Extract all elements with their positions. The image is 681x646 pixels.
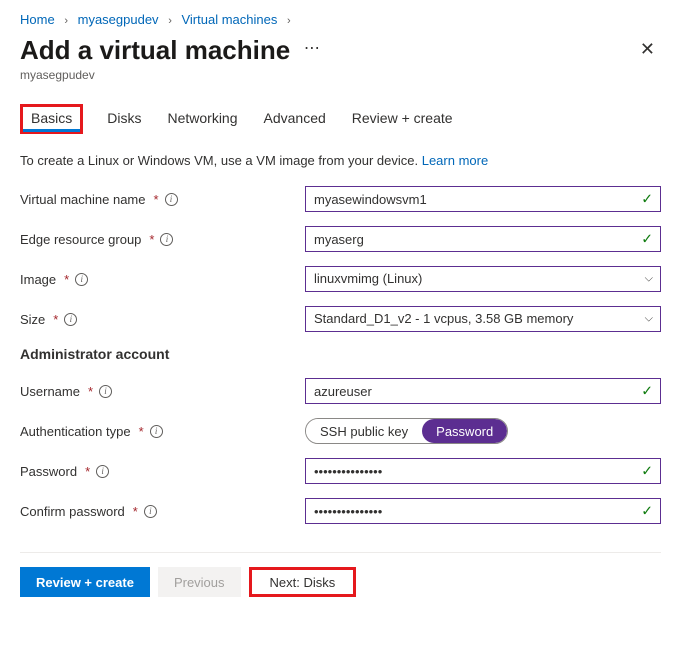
tab-advanced[interactable]: Advanced: [262, 104, 328, 134]
section-administrator-account: Administrator account: [20, 346, 661, 362]
breadcrumb-virtual-machines[interactable]: Virtual machines: [181, 12, 277, 27]
tab-bar: Basics Disks Networking Advanced Review …: [20, 104, 661, 135]
tab-disks[interactable]: Disks: [105, 104, 143, 134]
size-select[interactable]: Standard_D1_v2 - 1 vcpus, 3.58 GB memory: [305, 306, 661, 332]
label-username: Username: [20, 384, 80, 399]
close-icon[interactable]: ✕: [634, 35, 661, 64]
label-vm-name: Virtual machine name: [20, 192, 146, 207]
chevron-right-icon: ›: [168, 15, 172, 27]
info-icon[interactable]: i: [75, 273, 88, 286]
label-password: Password: [20, 464, 77, 479]
info-icon[interactable]: i: [144, 505, 157, 518]
label-confirm-password: Confirm password: [20, 504, 125, 519]
info-icon[interactable]: i: [160, 233, 173, 246]
info-icon[interactable]: i: [64, 313, 77, 326]
next-disks-button[interactable]: Next: Disks: [249, 567, 357, 597]
info-icon[interactable]: i: [99, 385, 112, 398]
confirm-password-input[interactable]: [305, 498, 661, 524]
breadcrumb: Home › myasegpudev › Virtual machines ›: [20, 12, 661, 27]
required-icon: *: [53, 312, 58, 327]
page-title: Add a virtual machine: [20, 35, 290, 66]
required-icon: *: [133, 504, 138, 519]
required-icon: *: [154, 192, 159, 207]
intro-text: To create a Linux or Windows VM, use a V…: [20, 153, 661, 168]
label-image: Image: [20, 272, 56, 287]
edge-resource-group-input[interactable]: [305, 226, 661, 252]
chevron-right-icon: ›: [287, 15, 291, 27]
info-icon[interactable]: i: [150, 425, 163, 438]
breadcrumb-resource-group[interactable]: myasegpudev: [78, 12, 159, 27]
intro-text-content: To create a Linux or Windows VM, use a V…: [20, 153, 422, 168]
authentication-type-toggle: SSH public key Password: [305, 418, 508, 444]
auth-option-password[interactable]: Password: [422, 419, 507, 443]
label-authentication-type: Authentication type: [20, 424, 131, 439]
auth-option-ssh[interactable]: SSH public key: [306, 419, 422, 443]
page-subtitle: myasegpudev: [20, 68, 661, 82]
info-icon[interactable]: i: [96, 465, 109, 478]
tab-review[interactable]: Review + create: [350, 104, 455, 134]
required-icon: *: [149, 232, 154, 247]
required-icon: *: [85, 464, 90, 479]
password-input[interactable]: [305, 458, 661, 484]
breadcrumb-home[interactable]: Home: [20, 12, 55, 27]
previous-button[interactable]: Previous: [158, 567, 241, 597]
chevron-right-icon: ›: [64, 15, 68, 27]
vm-name-input[interactable]: [305, 186, 661, 212]
required-icon: *: [64, 272, 69, 287]
tab-basics[interactable]: Basics: [20, 104, 83, 134]
footer-actions: Review + create Previous Next: Disks: [20, 552, 661, 597]
required-icon: *: [88, 384, 93, 399]
info-icon[interactable]: i: [165, 193, 178, 206]
username-input[interactable]: [305, 378, 661, 404]
review-create-button[interactable]: Review + create: [20, 567, 150, 597]
label-size: Size: [20, 312, 45, 327]
required-icon: *: [139, 424, 144, 439]
learn-more-link[interactable]: Learn more: [422, 153, 488, 168]
image-select[interactable]: linuxvmimg (Linux): [305, 266, 661, 292]
tab-networking[interactable]: Networking: [165, 104, 239, 134]
more-actions-icon[interactable]: ⋯: [304, 40, 320, 57]
label-edge-resource-group: Edge resource group: [20, 232, 141, 247]
